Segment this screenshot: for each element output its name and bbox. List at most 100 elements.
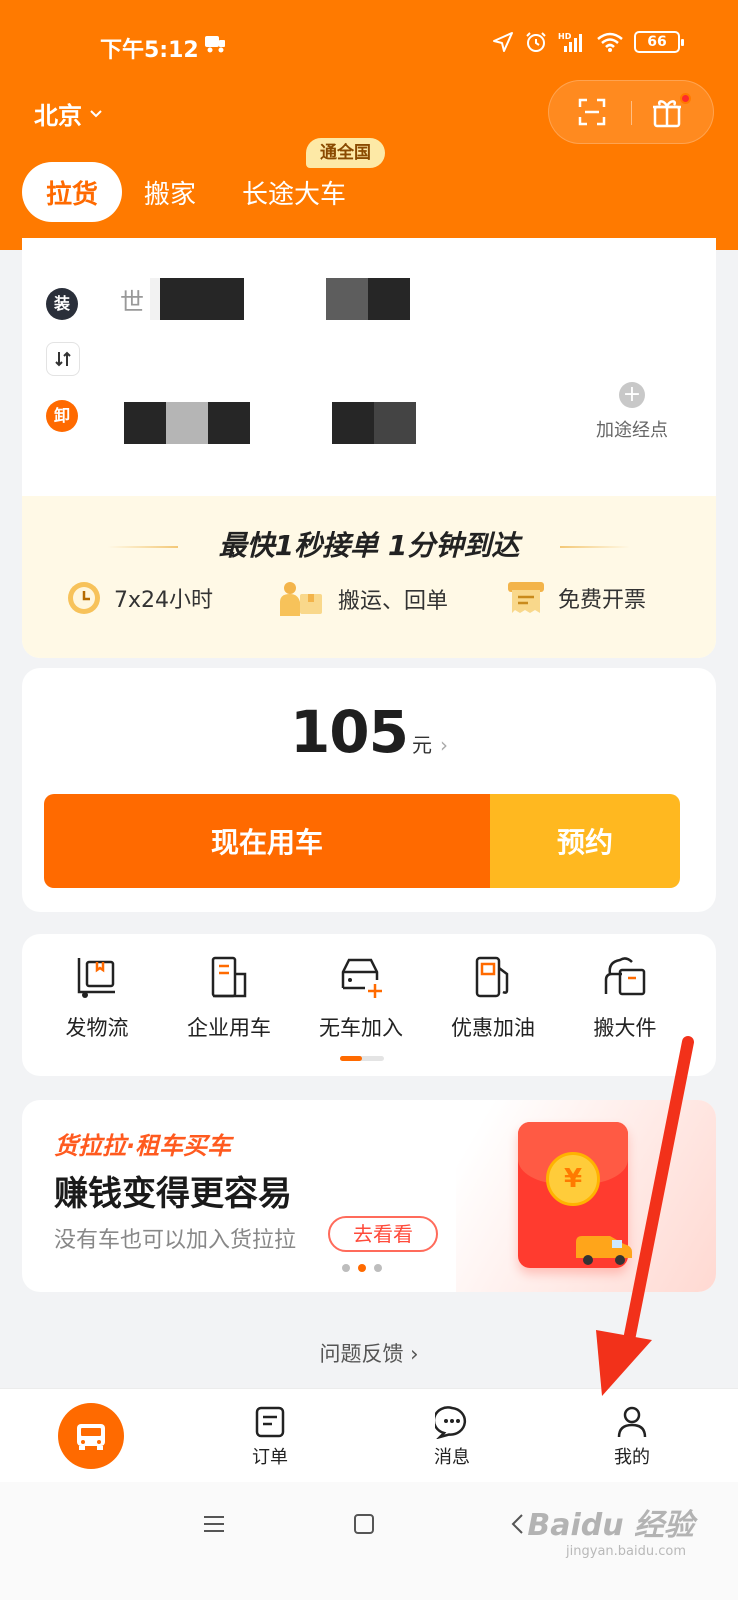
logistics-icon xyxy=(77,958,115,998)
add-waypoint-button[interactable]: + 加途经点 xyxy=(596,382,668,442)
truck-notification-icon xyxy=(205,36,225,53)
price-unit: 元 xyxy=(412,733,433,757)
feedback-link[interactable]: 问题反馈 › xyxy=(0,1338,738,1368)
banner-title: 赚钱变得更容易 xyxy=(54,1174,292,1214)
signal-icon: HD xyxy=(558,32,582,52)
load-address-text: 世 xyxy=(120,287,144,316)
home-square-icon[interactable] xyxy=(352,1512,376,1536)
address-card: 装 世 卸 + 加途经点 最快1秒接单 1分钟到达 7x24小时 搬运、回单 免… xyxy=(22,238,716,658)
app-header: 下午5:12 HD 66 北京 拉货 搬家 长途大车 通全国 xyxy=(0,0,738,250)
chevron-down-icon xyxy=(90,109,102,117)
promo-band: 最快1秒接单 1分钟到达 7x24小时 搬运、回单 免费开票 xyxy=(22,496,716,658)
add-waypoint-label: 加途经点 xyxy=(596,420,668,441)
nav-label: 订单 xyxy=(252,1447,288,1468)
tab-banjia[interactable]: 搬家 xyxy=(144,174,196,211)
status-bar: 下午5:12 HD 66 xyxy=(0,28,738,64)
worker-box-icon xyxy=(280,582,322,616)
battery-indicator: 66 xyxy=(634,31,684,53)
unload-marker: 卸 xyxy=(46,400,78,432)
redacted-block xyxy=(208,402,250,444)
feature-label: 搬运、回单 xyxy=(338,589,449,614)
coin-icon: ¥ xyxy=(546,1152,600,1206)
plus-icon: + xyxy=(619,382,645,408)
message-icon xyxy=(435,1406,467,1439)
truck-icon xyxy=(77,1424,105,1450)
gift-icon[interactable] xyxy=(651,95,683,129)
feature-carry: 搬运、回单 xyxy=(278,580,448,618)
service-join[interactable]: 无车加入 xyxy=(296,954,426,1042)
page-indicator xyxy=(340,1056,384,1061)
header-actions xyxy=(548,80,714,144)
wifi-icon xyxy=(597,32,623,52)
nav-messages[interactable]: 消息 xyxy=(412,1405,492,1469)
nav-label: 消息 xyxy=(434,1447,470,1468)
redacted-block xyxy=(160,278,202,320)
nav-mine[interactable]: 我的 xyxy=(592,1405,672,1469)
chevron-right-icon: › xyxy=(440,733,449,757)
unload-address[interactable] xyxy=(124,402,416,444)
banner-subtitle: 没有车也可以加入货拉拉 xyxy=(54,1228,297,1253)
redacted-block xyxy=(202,278,244,320)
status-time: 下午5:12 xyxy=(100,38,199,63)
menu-icon[interactable] xyxy=(202,1512,226,1536)
service-fuel[interactable]: 优惠加油 xyxy=(428,954,558,1042)
orders-icon xyxy=(255,1406,285,1438)
location-icon xyxy=(493,32,513,52)
join-icon xyxy=(341,958,382,998)
services-grid: 发物流 企业用车 无车加入 优惠加油 搬大件 xyxy=(22,934,716,1076)
service-logistics[interactable]: 发物流 xyxy=(32,954,162,1042)
redacted-block xyxy=(326,278,368,320)
nav-orders[interactable]: 订单 xyxy=(230,1405,310,1469)
price-estimate[interactable]: 105 元 › xyxy=(22,698,716,766)
banner-cta-button[interactable]: 去看看 xyxy=(328,1216,438,1252)
promo-headline: 最快1秒接单 1分钟到达 xyxy=(22,524,716,564)
service-label: 搬大件 xyxy=(593,1016,657,1040)
redacted-block xyxy=(368,278,410,320)
user-icon xyxy=(617,1406,647,1438)
feature-label: 7x24小时 xyxy=(114,588,214,613)
bottom-nav: 订单 消息 我的 xyxy=(0,1388,738,1482)
load-marker: 装 xyxy=(46,288,78,320)
feedback-label: 问题反馈 xyxy=(319,1342,404,1366)
feature-24h: 7x24小时 xyxy=(66,580,213,616)
swap-button[interactable] xyxy=(46,342,80,376)
fuel-icon xyxy=(475,956,509,998)
promo-banner[interactable]: 货拉拉·租车买车 赚钱变得更容易 没有车也可以加入货拉拉 去看看 ¥ xyxy=(22,1100,716,1292)
redacted-block xyxy=(332,402,374,444)
redacted-block xyxy=(166,402,208,444)
load-address[interactable]: 世 xyxy=(120,278,410,320)
service-label: 企业用车 xyxy=(187,1016,271,1040)
network-label: HD xyxy=(558,32,572,41)
notification-dot xyxy=(680,93,691,104)
watermark-url: jingyan.baidu.com xyxy=(566,1544,686,1559)
tab-long-haul[interactable]: 长途大车 xyxy=(242,174,346,211)
carousel-dots xyxy=(342,1264,382,1272)
tab-lahuo[interactable]: 拉货 xyxy=(22,162,122,222)
swap-icon xyxy=(55,351,71,367)
nationwide-badge: 通全国 xyxy=(306,138,385,168)
price-amount: 105 xyxy=(289,698,409,766)
alarm-icon xyxy=(526,32,546,52)
service-tabs: 拉货 搬家 长途大车 xyxy=(22,162,346,222)
service-label: 无车加入 xyxy=(319,1016,403,1040)
redacted-block xyxy=(124,402,166,444)
redacted-block xyxy=(150,278,160,320)
redacted-block xyxy=(374,402,416,444)
van-icon xyxy=(576,1236,632,1265)
service-large-item[interactable]: 搬大件 xyxy=(560,954,690,1042)
enterprise-icon xyxy=(211,956,247,998)
service-label: 发物流 xyxy=(65,1016,129,1040)
nav-label: 我的 xyxy=(614,1447,650,1468)
city-selector[interactable]: 北京 xyxy=(34,96,104,131)
service-enterprise[interactable]: 企业用车 xyxy=(164,954,294,1042)
service-label: 优惠加油 xyxy=(451,1016,535,1040)
use-now-button[interactable]: 现在用车 xyxy=(44,794,490,888)
status-icons: HD 66 xyxy=(492,30,684,54)
feature-invoice: 免费开票 xyxy=(506,580,646,616)
book-button[interactable]: 预约 xyxy=(490,794,680,888)
watermark: Baidu 经验 xyxy=(527,1508,694,1543)
nav-home-button[interactable] xyxy=(58,1403,124,1469)
city-label: 北京 xyxy=(34,102,82,130)
scan-icon[interactable] xyxy=(577,97,607,127)
feature-label: 免费开票 xyxy=(558,588,647,613)
